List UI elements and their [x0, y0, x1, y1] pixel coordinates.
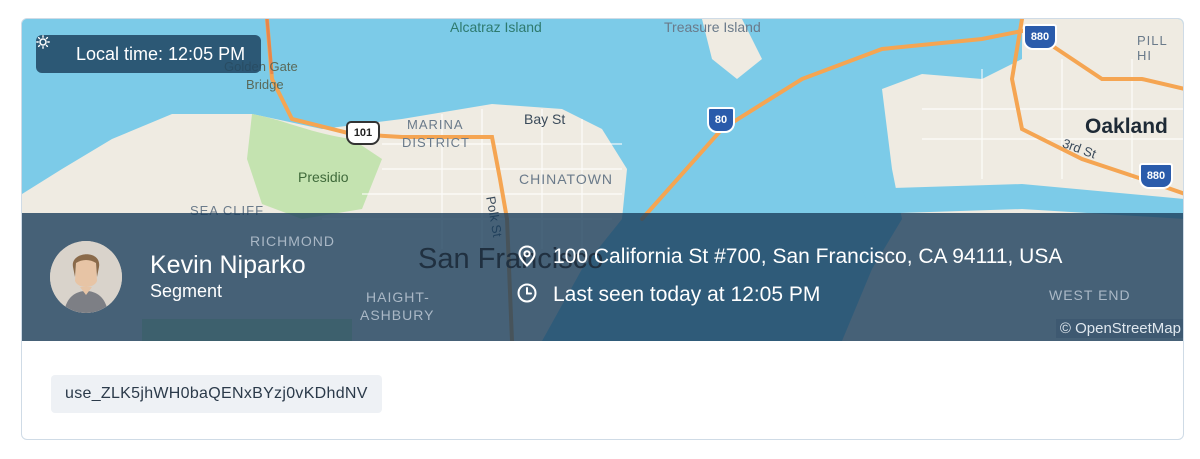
map-label-marina: MARINA: [407, 117, 464, 132]
map-label-district: DISTRICT: [402, 135, 470, 150]
map-label-west-end: WEST END: [1049, 287, 1131, 303]
last-seen-row: Last seen today at 12:05 PM: [517, 283, 820, 307]
user-id-badge[interactable]: use_ZLK5jhWH0baQENxBYzj0vKDhdNV: [51, 375, 382, 413]
map-label-presidio: Presidio: [298, 169, 349, 185]
address-text: 100 California St #700, San Francisco, C…: [553, 245, 1063, 268]
map-label-richmond: RICHMOND: [250, 233, 335, 249]
map-label-bay-st: Bay St: [524, 111, 566, 127]
user-name: Kevin Niparko: [150, 251, 306, 279]
user-location-card: Alcatraz Island Treasure Island Golden G…: [21, 18, 1184, 440]
map-label-haight: HAIGHT-: [366, 289, 430, 305]
user-company: Segment: [150, 281, 223, 301]
address-row: 100 California St #700, San Francisco, C…: [517, 245, 1062, 269]
map-label-bridge: Bridge: [246, 77, 284, 92]
avatar: [50, 241, 122, 313]
interstate-80-shield: 80: [707, 107, 735, 133]
map-label-pill-hill: PILL HI: [1137, 33, 1168, 63]
map-label-ashbury: ASHBURY: [360, 307, 435, 323]
sun-icon: [36, 35, 64, 61]
interstate-880-shield-2: 880: [1139, 163, 1173, 189]
map-label-oakland: Oakland: [1085, 115, 1168, 138]
map[interactable]: Alcatraz Island Treasure Island Golden G…: [22, 19, 1183, 341]
local-time-text: Local time: 12:05 PM: [76, 43, 246, 64]
map-label-treasure: Treasure Island: [664, 19, 761, 35]
local-time-badge: Local time: 12:05 PM: [36, 35, 262, 73]
interstate-880-shield: 880: [1023, 24, 1057, 50]
map-label-chinatown: CHINATOWN: [519, 171, 614, 187]
location-pin-icon: [517, 245, 537, 267]
highway-101-shield: 101: [346, 121, 380, 145]
map-attribution-link[interactable]: © OpenStreetMap: [1055, 319, 1183, 338]
last-seen-text: Last seen today at 12:05 PM: [553, 283, 821, 306]
clock-icon: [517, 283, 537, 305]
map-label-alcatraz: Alcatraz Island: [450, 19, 542, 35]
